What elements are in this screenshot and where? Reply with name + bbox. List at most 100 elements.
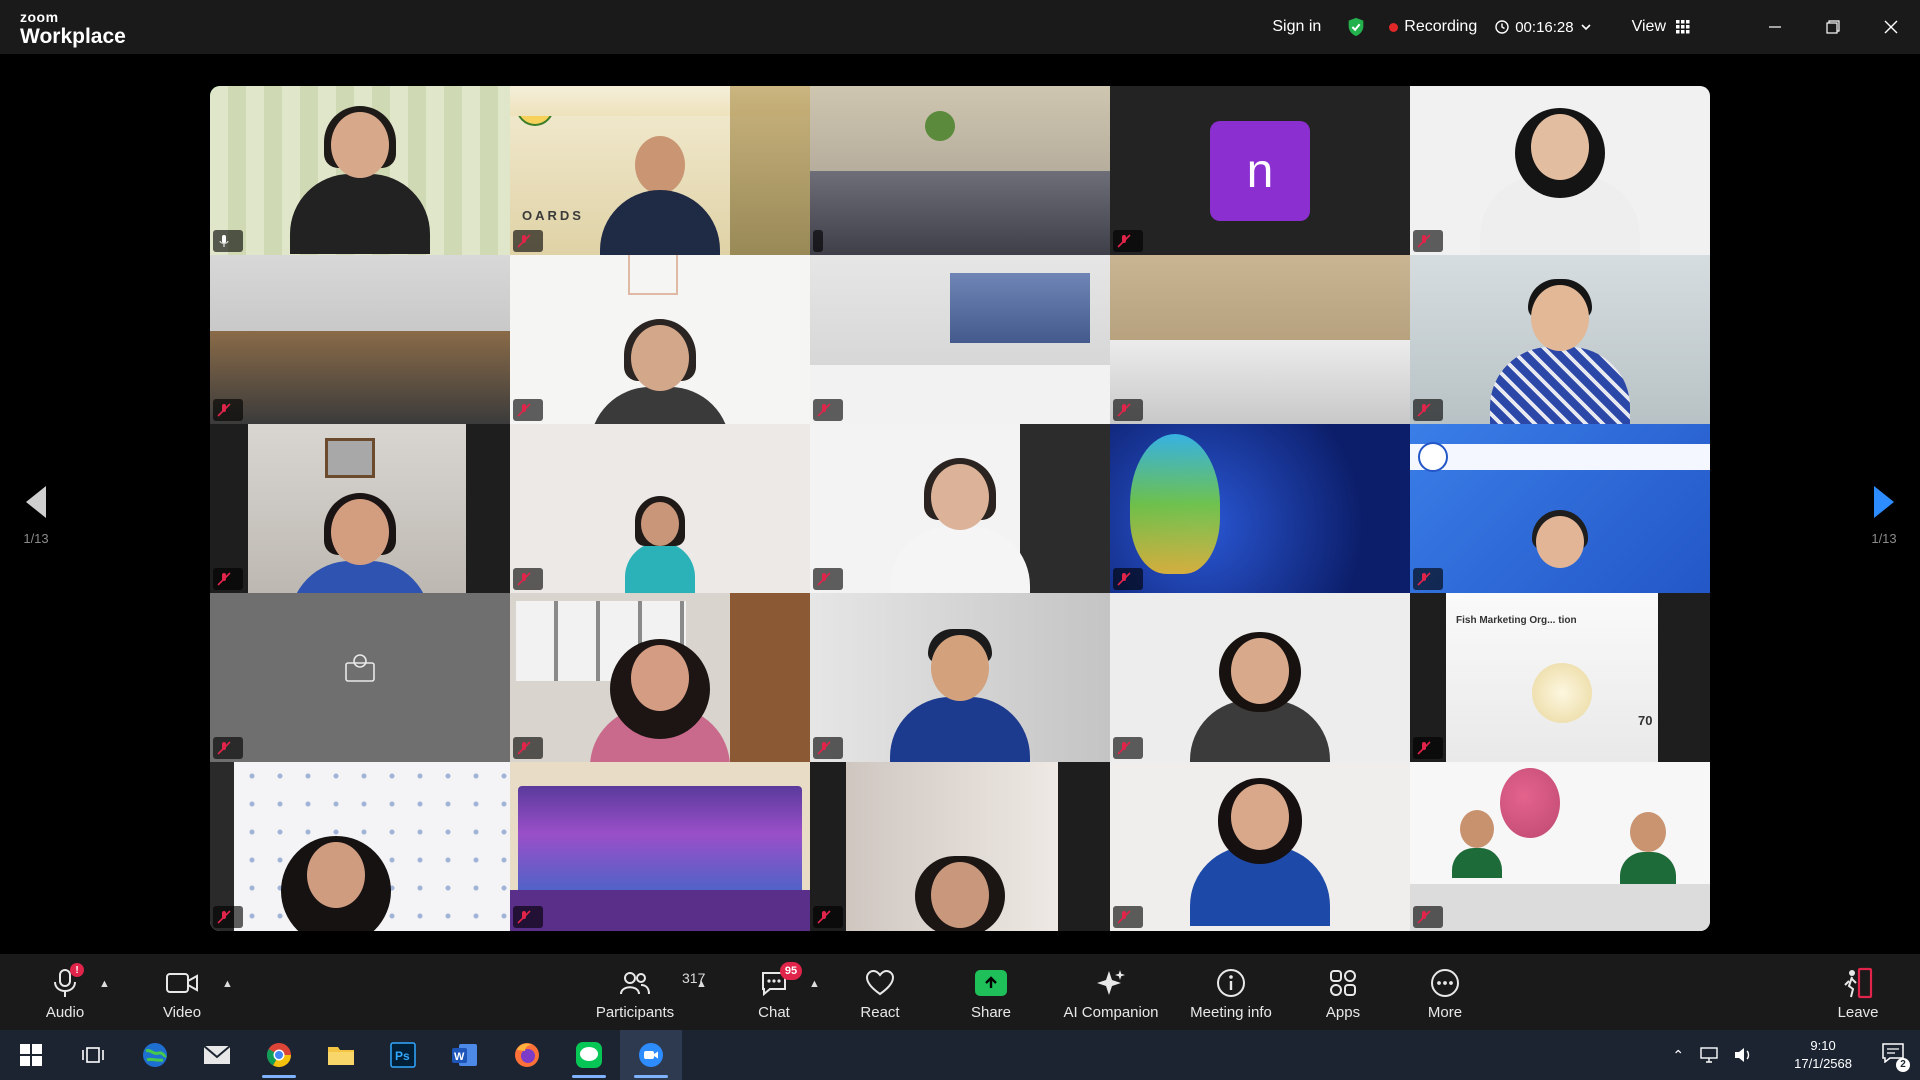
previous-page-button[interactable]: 1/13	[16, 484, 56, 546]
meeting-info-label: Meeting info	[1190, 1004, 1272, 1021]
video-tile[interactable]: Fish Marketing Org... tion 70	[1410, 593, 1710, 762]
video-tile[interactable]	[510, 255, 810, 424]
participant-name-tag	[213, 737, 243, 759]
participant-name-tag	[813, 737, 843, 759]
video-tile[interactable]	[210, 424, 510, 593]
video-tile[interactable]	[210, 255, 510, 424]
arrow-left-icon	[26, 486, 46, 518]
video-tile[interactable]	[810, 593, 1110, 762]
view-button[interactable]: View	[1632, 18, 1690, 36]
start-button[interactable]	[0, 1030, 62, 1080]
microphone-muted-icon	[817, 572, 831, 586]
share-button[interactable]: Share	[936, 966, 1046, 1021]
emblem-icon	[925, 111, 955, 141]
taskbar-app-chrome[interactable]	[248, 1030, 310, 1080]
timer-value: 00:16:28	[1515, 18, 1574, 36]
react-button[interactable]: React	[825, 966, 935, 1021]
network-icon[interactable]	[1700, 1047, 1718, 1063]
video-tile[interactable]: n	[1110, 86, 1410, 255]
video-tile[interactable]	[1110, 255, 1410, 424]
microphone-muted-icon	[517, 234, 531, 248]
video-tile[interactable]	[1110, 424, 1410, 593]
system-tray: ⌃ 9:10 17/1/2568 2	[1664, 1030, 1920, 1080]
participants-button[interactable]: 317 Participants	[580, 966, 706, 1021]
chat-label: Chat	[758, 1004, 790, 1021]
heart-icon	[865, 969, 895, 996]
video-tile[interactable]	[510, 593, 810, 762]
audio-options-caret[interactable]: ▲	[99, 978, 110, 990]
video-tile[interactable]	[1410, 255, 1710, 424]
apps-label: Apps	[1325, 1004, 1361, 1021]
video-tile[interactable]	[810, 424, 1110, 593]
task-view-button[interactable]	[62, 1030, 124, 1080]
encryption-shield-icon[interactable]	[1345, 16, 1367, 38]
video-tile[interactable]	[210, 86, 510, 255]
chevron-down-icon	[1581, 24, 1591, 31]
video-tile[interactable]	[1410, 424, 1710, 593]
meeting-timer[interactable]: 00:16:28	[1495, 19, 1591, 36]
notification-center-button[interactable]: 2	[1882, 1042, 1910, 1072]
video-tile[interactable]	[810, 762, 1110, 931]
video-tile[interactable]	[1110, 593, 1410, 762]
participant-name-tag	[513, 906, 543, 928]
video-tile[interactable]	[210, 762, 510, 931]
apps-button[interactable]: Apps	[1288, 966, 1398, 1021]
participant-name-tag	[213, 906, 243, 928]
close-button[interactable]	[1862, 0, 1920, 54]
next-page-button[interactable]: 1/13	[1864, 484, 1904, 546]
minimize-button[interactable]	[1746, 0, 1804, 54]
video-button[interactable]: Video	[127, 966, 237, 1021]
participant-name-tag	[813, 568, 843, 590]
video-tile[interactable]	[810, 86, 1110, 255]
audio-button[interactable]: ! Audio	[10, 963, 120, 1021]
zoom-app-icon	[639, 1043, 663, 1067]
video-tile[interactable]	[1410, 86, 1710, 255]
taskbar-app-zoom[interactable]	[620, 1030, 682, 1080]
microphone-muted-icon	[1117, 234, 1131, 248]
taskbar-app-file-explorer[interactable]	[310, 1030, 372, 1080]
taskbar-clock[interactable]: 9:10 17/1/2568	[1794, 1037, 1852, 1073]
video-tile[interactable]	[810, 255, 1110, 424]
recording-indicator[interactable]: Recording	[1389, 18, 1477, 36]
windows-logo-icon	[20, 1044, 42, 1066]
video-tile[interactable]: OARDS	[510, 86, 810, 255]
taskbar-app-globe[interactable]	[124, 1030, 186, 1080]
more-button[interactable]: More	[1390, 966, 1500, 1021]
leave-button[interactable]: Leave	[1803, 966, 1913, 1021]
share-screen-icon	[975, 970, 1007, 996]
meeting-info-button[interactable]: Meeting info	[1176, 966, 1286, 1021]
video-tile[interactable]	[510, 424, 810, 593]
taskbar-app-firefox[interactable]	[496, 1030, 558, 1080]
sign-in-link[interactable]: Sign in	[1272, 18, 1321, 36]
taskbar-app-photoshop[interactable]: Ps	[372, 1030, 434, 1080]
taskbar-app-line[interactable]	[558, 1030, 620, 1080]
participant-name-tag	[1113, 906, 1143, 928]
tile-deco-text: OARDS	[522, 208, 584, 223]
taskbar-app-word[interactable]: W	[434, 1030, 496, 1080]
chat-options-caret[interactable]: ▲	[809, 978, 820, 990]
audio-warning-badge: !	[70, 963, 84, 977]
microphone-muted-icon	[517, 741, 531, 755]
video-tile[interactable]	[210, 593, 510, 762]
page-indicator-right: 1/13	[1871, 531, 1897, 546]
tray-overflow-chevron-icon[interactable]: ⌃	[1672, 1047, 1684, 1064]
participants-options-caret[interactable]: ▲	[696, 978, 707, 990]
task-view-icon	[82, 1047, 104, 1063]
microphone-muted-icon	[1117, 910, 1131, 924]
chat-button[interactable]: 95 Chat	[719, 962, 829, 1021]
ai-companion-button[interactable]: AI Companion	[1056, 966, 1166, 1021]
video-tile[interactable]	[1410, 762, 1710, 931]
taskbar-app-mail[interactable]	[186, 1030, 248, 1080]
grid-view-icon	[1676, 20, 1690, 34]
microphone-muted-icon	[217, 403, 231, 417]
restore-button[interactable]	[1804, 0, 1862, 54]
video-options-caret[interactable]: ▲	[222, 978, 233, 990]
gallery-grid: OARDS n Fish Marketing Org... tion 70	[210, 86, 1710, 931]
video-tile[interactable]	[1110, 762, 1410, 931]
video-tile[interactable]	[510, 762, 810, 931]
bookshelf	[730, 593, 810, 762]
volume-icon[interactable]	[1734, 1047, 1752, 1063]
more-dots-icon	[1431, 969, 1459, 997]
participants-label: Participants	[595, 1004, 675, 1021]
participant-name-tag	[1413, 737, 1443, 759]
